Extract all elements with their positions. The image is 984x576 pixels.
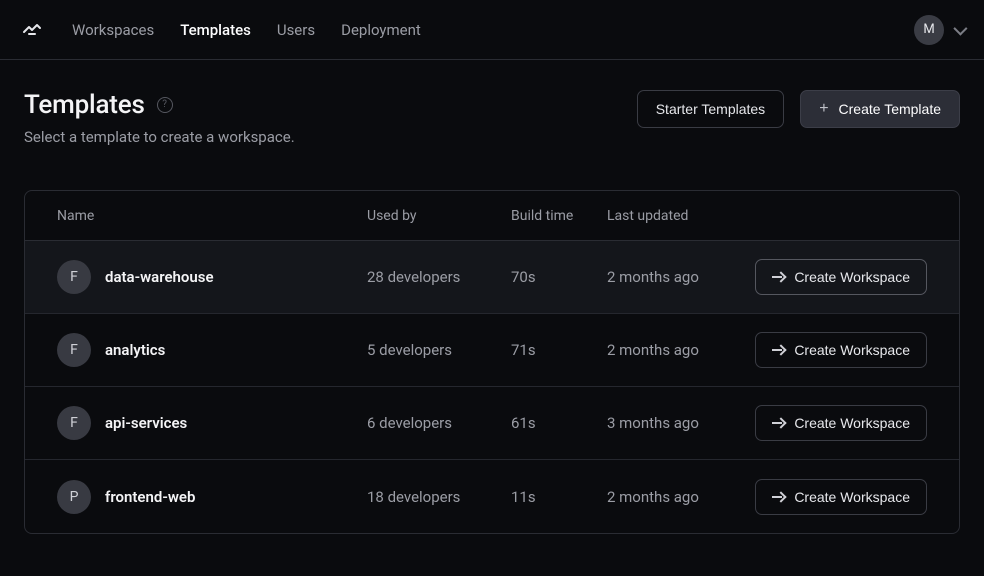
starter-templates-button[interactable]: Starter Templates	[637, 90, 784, 128]
table-row[interactable]: Pfrontend-web18 developers11s2 months ag…	[25, 460, 959, 533]
actions-cell: Create Workspace	[751, 479, 927, 515]
starter-templates-label: Starter Templates	[656, 101, 765, 117]
create-template-button[interactable]: + Create Template	[800, 90, 960, 128]
name-cell: Pfrontend-web	[57, 480, 367, 514]
template-avatar: F	[57, 406, 91, 440]
nav-item-deployment[interactable]: Deployment	[341, 21, 421, 39]
actions-cell: Create Workspace	[751, 332, 927, 368]
create-workspace-label: Create Workspace	[794, 342, 910, 358]
create-workspace-button[interactable]: Create Workspace	[755, 405, 927, 441]
col-last-updated: Last updated	[607, 208, 751, 224]
chevron-down-icon[interactable]	[953, 21, 967, 35]
template-name: api-services	[105, 414, 187, 432]
arrow-right-icon	[772, 271, 784, 283]
page-header: Templates ? Select a template to create …	[24, 90, 960, 146]
create-workspace-label: Create Workspace	[794, 415, 910, 431]
table-header: Name Used by Build time Last updated	[25, 191, 959, 241]
arrow-right-icon	[772, 344, 784, 356]
header-actions: Starter Templates + Create Template	[637, 90, 960, 128]
build-time-cell: 71s	[511, 341, 607, 359]
template-avatar: F	[57, 260, 91, 294]
name-cell: Fdata-warehouse	[57, 260, 367, 294]
name-cell: Fanalytics	[57, 333, 367, 367]
table-row[interactable]: Fapi-services6 developers61s3 months ago…	[25, 387, 959, 460]
arrow-right-icon	[772, 491, 784, 503]
create-workspace-button[interactable]: Create Workspace	[755, 259, 927, 295]
template-name: data-warehouse	[105, 268, 214, 286]
nav-item-workspaces[interactable]: Workspaces	[72, 21, 154, 39]
create-template-label: Create Template	[839, 101, 941, 117]
table-row[interactable]: Fanalytics5 developers71s2 months agoCre…	[25, 314, 959, 387]
actions-cell: Create Workspace	[751, 405, 927, 441]
app-logo-icon[interactable]	[20, 18, 44, 42]
title-row: Templates ?	[24, 90, 295, 120]
nav-item-users[interactable]: Users	[277, 21, 315, 39]
create-workspace-button[interactable]: Create Workspace	[755, 479, 927, 515]
top-nav: Workspaces Templates Users Deployment M	[0, 0, 984, 60]
create-workspace-label: Create Workspace	[794, 489, 910, 505]
arrow-right-icon	[772, 417, 784, 429]
last-updated-cell: 3 months ago	[607, 414, 751, 432]
nav-items: Workspaces Templates Users Deployment	[72, 21, 421, 39]
user-avatar[interactable]: M	[914, 15, 944, 45]
table-row[interactable]: Fdata-warehouse28 developers70s2 months …	[25, 241, 959, 314]
used-by-cell: 5 developers	[367, 341, 511, 359]
used-by-cell: 18 developers	[367, 488, 511, 506]
last-updated-cell: 2 months ago	[607, 488, 751, 506]
build-time-cell: 70s	[511, 268, 607, 286]
template-avatar: F	[57, 333, 91, 367]
plus-icon: +	[819, 101, 828, 117]
templates-table: Name Used by Build time Last updated Fda…	[24, 190, 960, 534]
help-icon[interactable]: ?	[157, 97, 173, 113]
title-block: Templates ? Select a template to create …	[24, 90, 295, 146]
last-updated-cell: 2 months ago	[607, 341, 751, 359]
build-time-cell: 61s	[511, 414, 607, 432]
template-name: analytics	[105, 341, 165, 359]
used-by-cell: 28 developers	[367, 268, 511, 286]
page-body: Templates ? Select a template to create …	[0, 60, 984, 534]
actions-cell: Create Workspace	[751, 259, 927, 295]
last-updated-cell: 2 months ago	[607, 268, 751, 286]
col-name: Name	[57, 208, 367, 224]
nav-item-templates[interactable]: Templates	[180, 21, 251, 39]
template-avatar: P	[57, 480, 91, 514]
nav-right: M	[914, 15, 964, 45]
name-cell: Fapi-services	[57, 406, 367, 440]
create-workspace-label: Create Workspace	[794, 269, 910, 285]
nav-left: Workspaces Templates Users Deployment	[20, 18, 421, 42]
build-time-cell: 11s	[511, 488, 607, 506]
page-subtitle: Select a template to create a workspace.	[24, 128, 295, 146]
create-workspace-button[interactable]: Create Workspace	[755, 332, 927, 368]
table-body: Fdata-warehouse28 developers70s2 months …	[25, 241, 959, 533]
page-title: Templates	[24, 90, 145, 120]
col-used-by: Used by	[367, 208, 511, 224]
used-by-cell: 6 developers	[367, 414, 511, 432]
template-name: frontend-web	[105, 488, 195, 506]
col-build-time: Build time	[511, 208, 607, 224]
